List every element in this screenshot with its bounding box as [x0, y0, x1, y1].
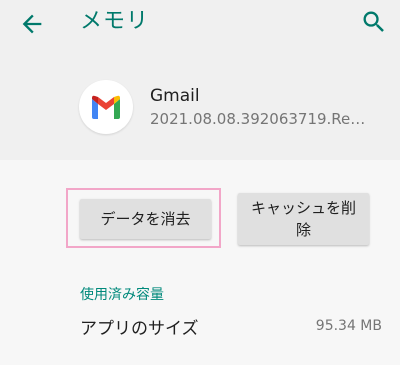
- app-bar: メモリ: [0, 0, 400, 44]
- search-button[interactable]: [360, 8, 388, 36]
- search-icon: [363, 11, 384, 32]
- gmail-logo-icon: [79, 80, 133, 134]
- memory-screen: メモリ Gmail 2021.08.08.392063719.Relea... …: [0, 0, 400, 365]
- back-button[interactable]: [18, 10, 46, 38]
- page-title: メモリ: [80, 9, 150, 34]
- app-header: Gmail 2021.08.08.392063719.Relea...: [0, 70, 400, 160]
- app-size-label: アプリのサイズ: [80, 319, 199, 339]
- section-title: 使用済み容量: [80, 287, 164, 303]
- clear-data-button[interactable]: データを消去: [80, 199, 211, 239]
- app-version: 2021.08.08.392063719.Relea...: [150, 110, 368, 128]
- app-name: Gmail: [150, 86, 200, 106]
- storage-panel: データを消去 キャッシュを削除 使用済み容量 アプリのサイズ 95.34 MB: [0, 160, 400, 365]
- arrow-back-icon: [22, 14, 42, 34]
- app-size-value: 95.34 MB: [315, 318, 382, 334]
- clear-cache-button[interactable]: キャッシュを削除: [238, 193, 369, 245]
